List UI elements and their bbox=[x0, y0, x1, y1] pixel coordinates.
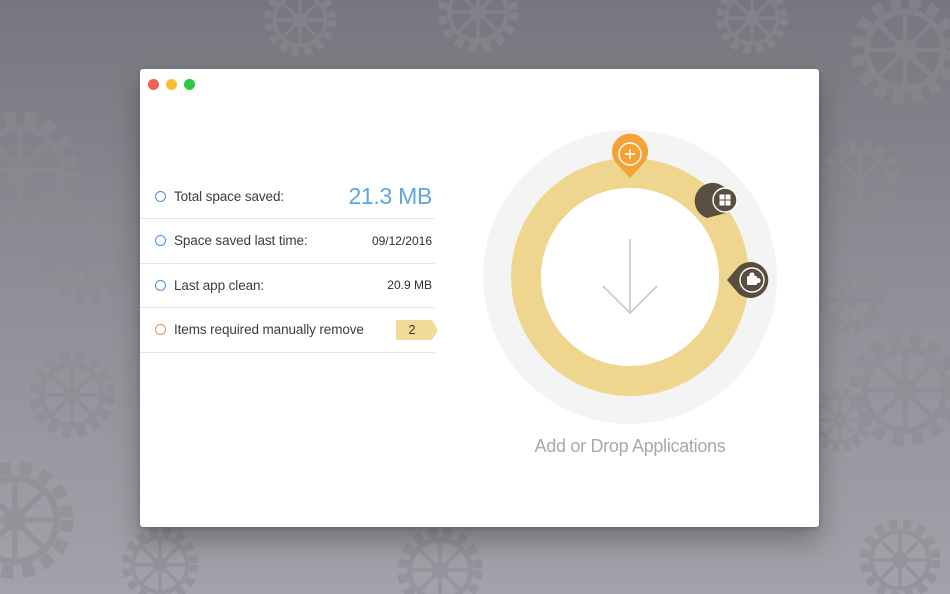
circle-icon bbox=[155, 235, 166, 247]
circle-icon bbox=[155, 279, 166, 291]
close-window-button[interactable] bbox=[148, 79, 159, 90]
drop-zone[interactable] bbox=[482, 129, 778, 425]
drop-zone-label: Add or Drop Applications bbox=[534, 436, 726, 456]
stat-row-total-space-saved: Total space saved: 21.3 MB bbox=[140, 174, 435, 219]
stat-label: Space saved last time: bbox=[174, 233, 308, 249]
stats-list: Total space saved: 21.3 MB Space saved l… bbox=[140, 174, 438, 353]
count-badge[interactable]: 2 bbox=[396, 319, 438, 340]
stat-label: Total space saved: bbox=[174, 188, 285, 204]
circle-icon bbox=[155, 190, 166, 202]
stat-row-last-app-clean: Last app clean: 20.9 MB bbox=[140, 264, 435, 308]
maximize-window-button[interactable] bbox=[184, 79, 195, 90]
stat-value: 20.9 MB bbox=[387, 278, 432, 293]
stat-value: 21.3 MB bbox=[348, 182, 432, 209]
stat-row-items-manual-remove[interactable]: Items required manually remove 2 bbox=[140, 308, 438, 353]
minimize-window-button[interactable] bbox=[166, 79, 177, 90]
stat-label: Items required manually remove bbox=[174, 322, 364, 338]
circle-icon bbox=[155, 324, 166, 336]
app-window: Total space saved: 21.3 MB Space saved l… bbox=[140, 69, 819, 527]
stat-row-space-saved-last-time: Space saved last time: 09/12/2016 bbox=[140, 219, 435, 264]
stat-label: Last app clean: bbox=[174, 277, 265, 293]
stat-value: 09/12/2016 bbox=[371, 233, 432, 248]
